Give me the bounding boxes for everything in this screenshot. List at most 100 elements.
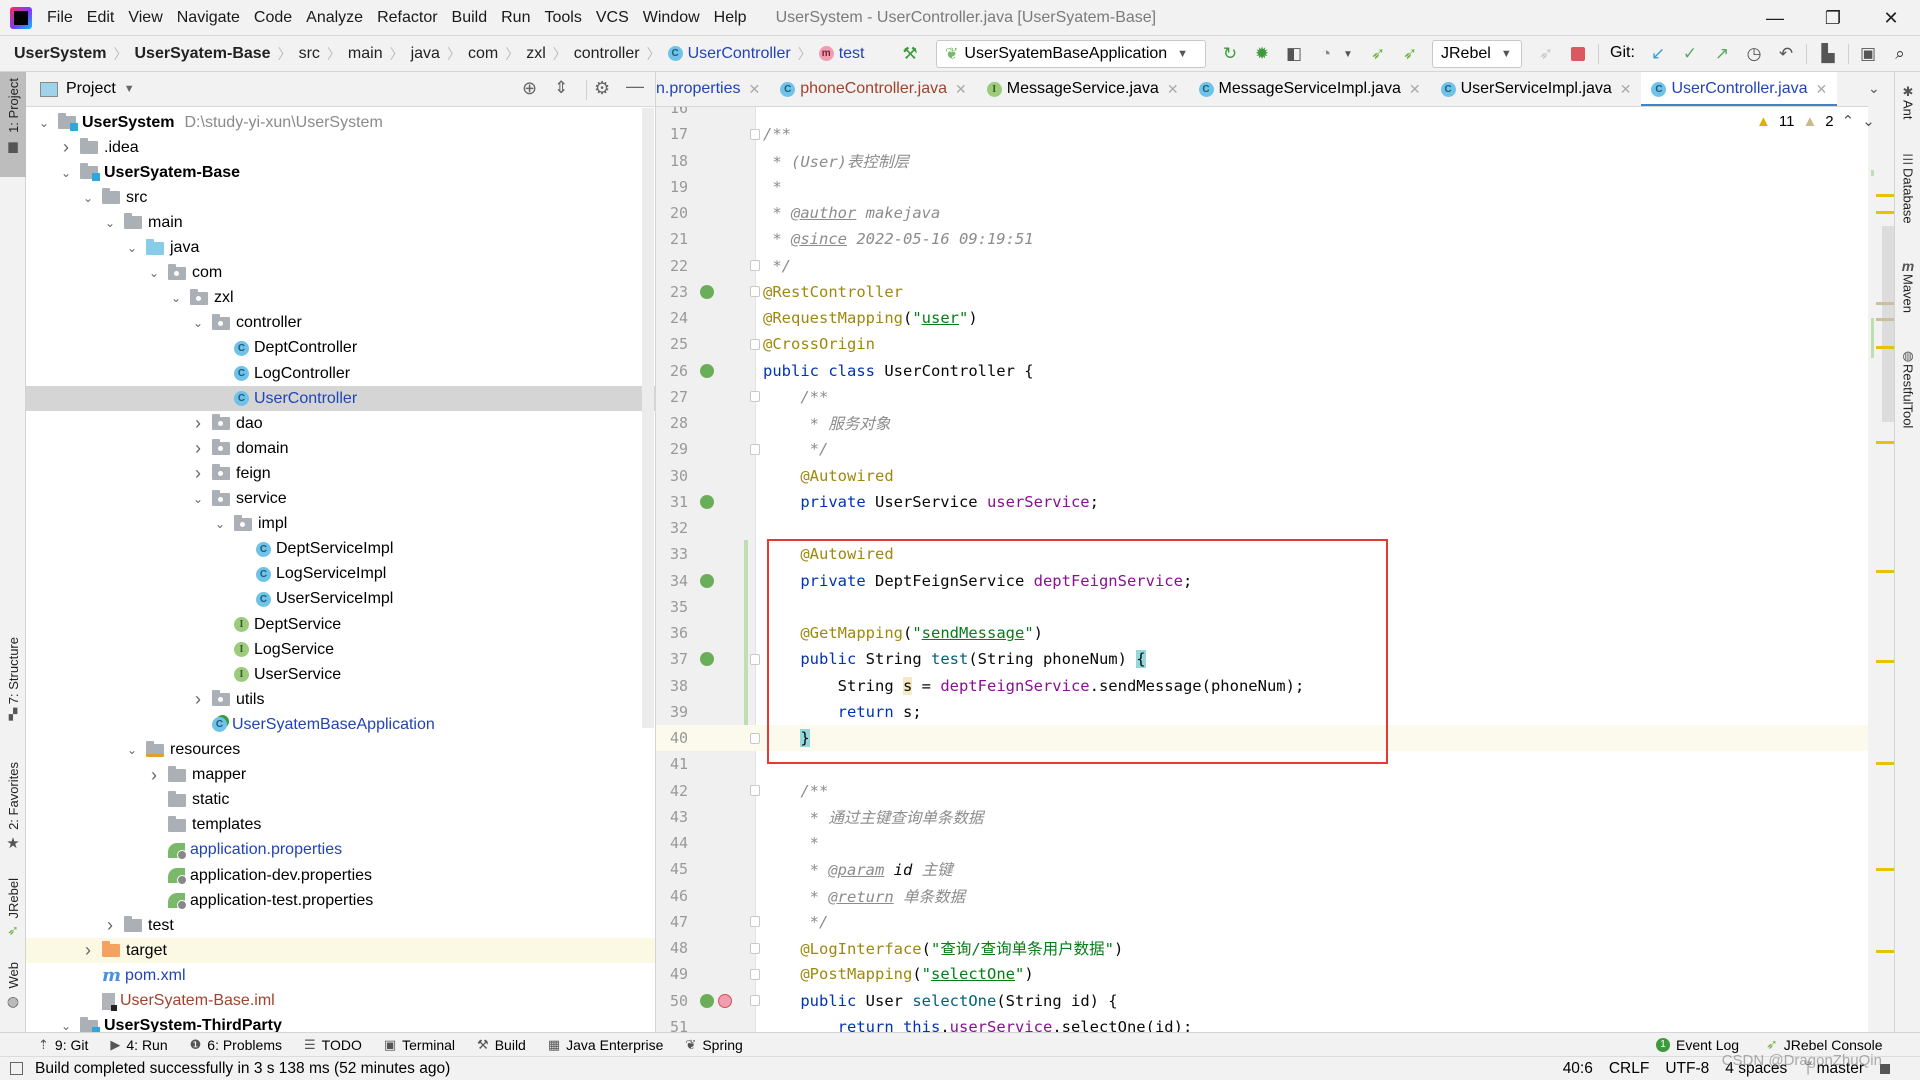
line-number[interactable]: 33 (656, 545, 688, 563)
code-line[interactable]: 20 * @author makejava (656, 200, 1868, 226)
breadcrumb-main[interactable]: main (348, 45, 383, 63)
chevron-right-icon[interactable]: › (190, 438, 206, 459)
spring-bean-gutter-icon[interactable] (700, 652, 714, 667)
line-separator[interactable]: CRLF (1609, 1060, 1649, 1078)
breadcrumb-controller[interactable]: controller (574, 45, 640, 63)
tree-item[interactable]: ⌄ src (26, 185, 655, 210)
tree-item[interactable]: C UserController (26, 386, 655, 412)
tool-tab-restfultool[interactable]: ◍ RestfulTool (1895, 348, 1920, 448)
fold-marker-icon[interactable] (750, 995, 760, 1006)
fold-marker-icon[interactable] (750, 916, 760, 928)
tree-item[interactable]: I LogService (26, 637, 655, 662)
editor-tab[interactable]: n.properties ✕ (656, 72, 770, 106)
chevron-right-icon[interactable]: › (58, 137, 74, 158)
close-tab-icon[interactable]: ✕ (1409, 81, 1421, 98)
tree-item[interactable]: static (26, 788, 655, 813)
bottom-tool-terminal[interactable]: ▣ Terminal (384, 1037, 455, 1053)
line-number[interactable]: 34 (656, 572, 688, 590)
jrebel-console-button[interactable]: ➶ JRebel Console (1766, 1036, 1883, 1053)
bottom-tool-java-enterprise[interactable]: ▦ Java Enterprise (548, 1037, 664, 1053)
search-everywhere-icon[interactable]: ⌕ (1888, 42, 1912, 66)
code-line[interactable]: 27 /** (656, 384, 1868, 410)
code-line[interactable]: 48 @LogInterface("查询/查询单条用户数据") (656, 935, 1868, 961)
tree-item[interactable]: › feign (26, 461, 655, 486)
breadcrumb-usersyatem-base[interactable]: UserSyatem-Base (135, 45, 271, 63)
bottom-tool-build[interactable]: ⚒ Build (477, 1037, 526, 1053)
line-number[interactable]: 25 (656, 335, 688, 353)
menu-navigate[interactable]: Navigate (170, 9, 247, 27)
chevron-right-icon[interactable]: › (190, 413, 206, 434)
tree-item[interactable]: m pom.xml (26, 963, 655, 988)
jrebel-config-select[interactable]: JRebel ▼ (1432, 40, 1522, 68)
menu-run[interactable]: Run (494, 9, 537, 27)
fold-marker-icon[interactable] (750, 338, 760, 350)
code-line[interactable]: 47 */ (656, 909, 1868, 935)
tree-item[interactable]: ⌄ impl (26, 512, 655, 537)
code-line[interactable]: 45 * @param id 主键 (656, 856, 1868, 882)
tree-item[interactable]: C UserServiceImpl (26, 587, 655, 612)
close-tab-icon[interactable]: ✕ (1167, 81, 1179, 98)
tree-item[interactable]: ⌄ resources (26, 738, 655, 763)
line-number[interactable]: 46 (656, 887, 688, 905)
line-number[interactable]: 21 (656, 230, 688, 248)
code-line[interactable]: 43 * 通过主键查询单条数据 (656, 804, 1868, 830)
inspection-widget[interactable]: ▲ 11 ▲ 2 ⌃ ⌄ (1756, 112, 1875, 131)
toggle-tool-windows-icon[interactable] (10, 1062, 23, 1075)
line-number[interactable]: 44 (656, 834, 688, 852)
line-number[interactable]: 35 (656, 598, 688, 616)
tree-item[interactable]: ⌄ service (26, 487, 655, 512)
hide-panel-icon[interactable]: — (626, 76, 644, 97)
build-hammer-icon[interactable]: ⚒ (898, 42, 922, 66)
tree-item[interactable]: application.properties (26, 838, 655, 863)
code-line[interactable]: 31 private UserService userService; (656, 489, 1868, 515)
close-button[interactable]: ✕ (1862, 0, 1920, 36)
file-encoding[interactable]: UTF-8 (1665, 1060, 1709, 1078)
jrebel-run-icon[interactable]: ➶ (1366, 42, 1390, 66)
tool-tab-maven[interactable]: m Maven (1895, 258, 1920, 338)
tool-tab-ant[interactable]: ✱ Ant (1895, 84, 1920, 124)
bottom-tool-git[interactable]: ⇡ 9: Git (38, 1037, 88, 1053)
project-view-title[interactable]: Project (66, 80, 116, 98)
chevron-down-icon[interactable]: ⌄ (58, 166, 74, 180)
code-line[interactable]: 51 return this.userService.selectOne(id)… (656, 1014, 1868, 1032)
profiler-icon[interactable]: ◔ (1314, 42, 1338, 66)
line-number[interactable]: 48 (656, 939, 688, 957)
git-update-icon[interactable]: ↙ (1646, 42, 1670, 66)
line-number[interactable]: 23 (656, 283, 688, 301)
code-line[interactable]: 46 * @return 单条数据 (656, 883, 1868, 909)
menu-build[interactable]: Build (445, 9, 495, 27)
code-line[interactable]: 19 * (656, 174, 1868, 200)
tree-item[interactable]: C UserSyatemBaseApplication (26, 712, 655, 737)
chevron-down-icon[interactable]: ⌄ (168, 291, 184, 305)
breadcrumb-test[interactable]: m test (818, 45, 865, 63)
line-number[interactable]: 28 (656, 414, 688, 432)
spring-bean-gutter-icon[interactable] (700, 363, 714, 378)
run-config-select[interactable]: ❦ UserSyatemBaseApplication ▼ (936, 40, 1206, 68)
spring-bean-gutter-icon[interactable] (700, 993, 714, 1008)
line-number[interactable]: 36 (656, 624, 688, 642)
code-line[interactable]: 24 @RequestMapping("user") (656, 305, 1868, 331)
line-number[interactable]: 40 (656, 729, 688, 747)
event-log-button[interactable]: 1 Event Log (1656, 1037, 1739, 1053)
tree-item[interactable]: C LogController (26, 361, 655, 386)
profiler-dropdown-icon[interactable]: ▼ (1336, 42, 1360, 66)
locate-file-icon[interactable]: ⊕ (522, 78, 537, 99)
line-number[interactable]: 16 (656, 107, 688, 117)
menu-code[interactable]: Code (247, 9, 299, 27)
code-line[interactable]: 32 (656, 515, 1868, 541)
chevron-right-icon[interactable]: › (190, 463, 206, 484)
rerun-icon[interactable]: ↻ (1218, 42, 1242, 66)
code-line[interactable]: 30 @Autowired (656, 463, 1868, 489)
next-highlight-icon[interactable]: ⌄ (1862, 112, 1875, 130)
line-number[interactable]: 17 (656, 125, 688, 143)
menu-edit[interactable]: Edit (80, 9, 122, 27)
chevron-right-icon[interactable]: › (190, 689, 206, 710)
tree-item[interactable]: › target (26, 938, 655, 964)
tool-tab-jrebel[interactable]: JRebel ➶ (0, 878, 26, 948)
code-line[interactable]: 21 * @since 2022-05-16 09:19:51 (656, 226, 1868, 252)
restore-button[interactable]: ❐ (1804, 0, 1862, 36)
fold-marker-icon[interactable] (750, 968, 760, 980)
chevron-right-icon[interactable]: › (102, 915, 118, 936)
chevron-down-icon[interactable]: ⌄ (190, 492, 206, 506)
chevron-right-icon[interactable]: › (146, 765, 162, 786)
